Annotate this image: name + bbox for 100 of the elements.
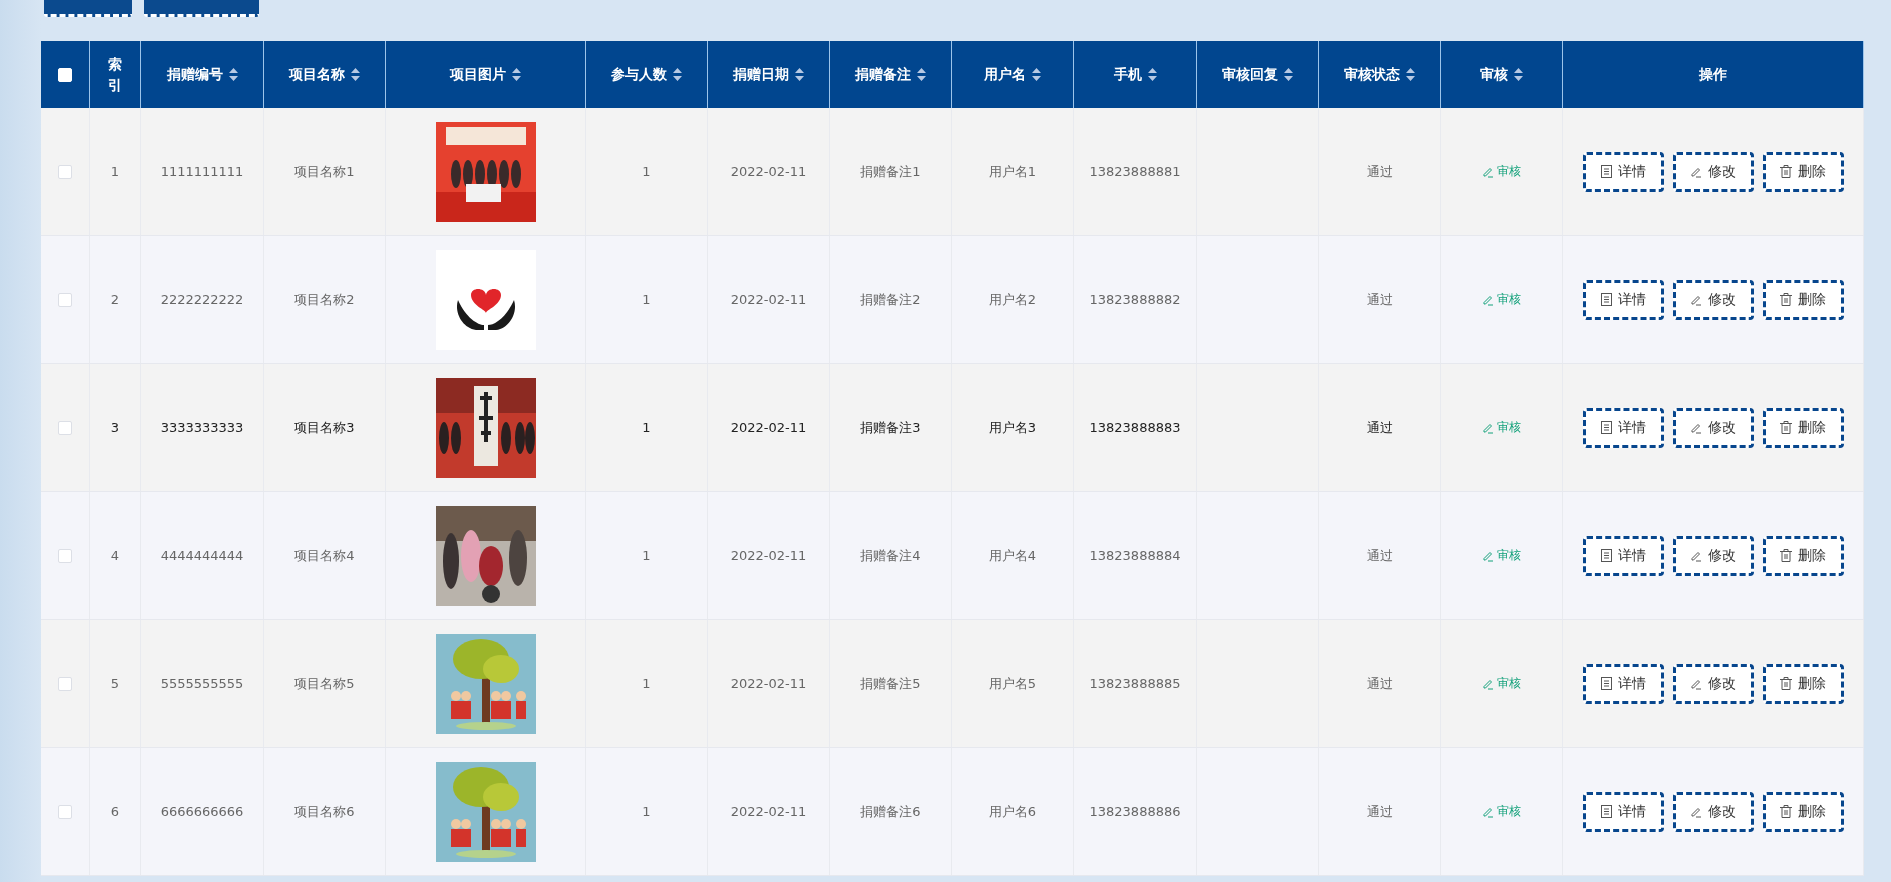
- table-cell: 2022-02-11: [730, 676, 807, 691]
- toolbar-button[interactable]: [144, 0, 259, 17]
- table-cell: 项目名称5: [294, 674, 355, 693]
- sort-icon[interactable]: [228, 68, 238, 81]
- table-cell: 1: [642, 804, 651, 819]
- delete-button[interactable]: 删除: [1762, 407, 1844, 448]
- sort-icon[interactable]: [673, 68, 682, 81]
- details-button[interactable]: 详情: [1582, 791, 1664, 832]
- column-title[interactable]: 审核状态: [1344, 64, 1400, 85]
- column-title: 操作: [1699, 65, 1727, 84]
- column-title[interactable]: 捐赠编号: [166, 64, 223, 85]
- table-cell: 1: [642, 420, 651, 435]
- sort-icon[interactable]: [917, 68, 926, 81]
- sort-icon[interactable]: [1284, 68, 1293, 81]
- edit-button[interactable]: 修改: [1672, 407, 1754, 448]
- table-cell: 捐赠备注6: [860, 802, 921, 821]
- sort-icon[interactable]: [351, 68, 360, 81]
- table-cell: 1: [110, 164, 120, 179]
- table-cell: 6666666666: [160, 804, 244, 819]
- pencil-icon: [1690, 165, 1702, 178]
- delete-button[interactable]: 删除: [1762, 535, 1844, 576]
- column-title[interactable]: 审核: [1480, 64, 1508, 85]
- table-cell: 用户名2: [988, 290, 1037, 309]
- trash-icon: [1780, 805, 1792, 818]
- row-checkbox[interactable]: [58, 420, 72, 435]
- table-cell: 2222222222: [160, 292, 244, 307]
- details-button[interactable]: 详情: [1582, 151, 1664, 192]
- pencil-icon: [1482, 421, 1494, 434]
- table-cell: 通过: [1366, 418, 1393, 437]
- edit-button[interactable]: 修改: [1672, 535, 1754, 576]
- table-cell: 2022-02-11: [730, 548, 807, 563]
- pencil-icon: [1690, 677, 1702, 690]
- delete-button[interactable]: 删除: [1762, 663, 1844, 704]
- table-cell: 捐赠备注4: [860, 546, 921, 565]
- select-all-checkbox[interactable]: [58, 67, 72, 82]
- details-button[interactable]: 详情: [1582, 407, 1664, 448]
- table-cell: 通过: [1366, 162, 1393, 181]
- toolbar-button[interactable]: [44, 0, 132, 17]
- table-cell: 13823888882: [1089, 292, 1181, 307]
- table-cell: 捐赠备注2: [860, 290, 921, 309]
- column-title[interactable]: 手机: [1113, 64, 1142, 85]
- sort-icon[interactable]: [795, 68, 804, 81]
- table-cell: 2022-02-11: [730, 292, 807, 307]
- column-title[interactable]: 捐赠日期: [733, 64, 789, 85]
- column-title[interactable]: 用户名: [984, 64, 1026, 85]
- column-title[interactable]: 项目名称: [289, 64, 345, 85]
- column-title[interactable]: 捐赠备注: [855, 64, 911, 85]
- table-cell: 用户名6: [988, 802, 1037, 821]
- document-icon: [1600, 677, 1612, 690]
- sort-icon[interactable]: [1406, 68, 1415, 81]
- sort-icon[interactable]: [1147, 68, 1157, 81]
- table-cell: 用户名3: [988, 418, 1037, 437]
- document-icon: [1600, 165, 1612, 178]
- pencil-icon: [1482, 677, 1494, 690]
- table-cell: 捐赠备注1: [860, 162, 921, 181]
- column-title[interactable]: 项目图片: [450, 64, 506, 85]
- column-title[interactable]: 审核回复: [1222, 64, 1278, 85]
- table-cell: 3333333333: [160, 420, 244, 435]
- table-cell: 13823888884: [1089, 548, 1181, 563]
- column-title[interactable]: 参与人数: [611, 64, 667, 85]
- table-cell: 2022-02-11: [730, 164, 807, 179]
- details-button[interactable]: 详情: [1582, 663, 1664, 704]
- trash-icon: [1780, 165, 1792, 178]
- table-cell: 捐赠备注3: [860, 418, 921, 437]
- row-checkbox[interactable]: [58, 548, 72, 563]
- pencil-icon: [1482, 805, 1494, 818]
- table-cell: 通过: [1366, 674, 1393, 693]
- edit-button[interactable]: 修改: [1672, 791, 1754, 832]
- sort-icon[interactable]: [1514, 68, 1523, 81]
- pencil-icon: [1482, 293, 1494, 306]
- table-cell: 项目名称1: [294, 162, 355, 181]
- details-button[interactable]: 详情: [1582, 535, 1664, 576]
- pencil-icon: [1690, 805, 1702, 818]
- row-checkbox[interactable]: [58, 804, 72, 819]
- document-icon: [1600, 293, 1612, 306]
- table-cell: 13823888881: [1089, 164, 1181, 179]
- row-checkbox[interactable]: [58, 164, 72, 179]
- edit-button[interactable]: 修改: [1672, 663, 1754, 704]
- table-cell: 通过: [1366, 546, 1393, 565]
- sort-icon[interactable]: [512, 68, 521, 81]
- edit-button[interactable]: 修改: [1672, 279, 1754, 320]
- delete-button[interactable]: 删除: [1762, 151, 1844, 192]
- table-cell: 1: [642, 548, 651, 563]
- details-button[interactable]: 详情: [1582, 279, 1664, 320]
- trash-icon: [1780, 677, 1792, 690]
- row-checkbox[interactable]: [58, 292, 72, 307]
- pencil-icon: [1690, 549, 1702, 562]
- table-cell: 13823888885: [1089, 676, 1181, 691]
- table-cell: 项目名称6: [294, 802, 355, 821]
- column-title: 索引: [107, 54, 123, 95]
- table-cell: 通过: [1366, 802, 1393, 821]
- delete-button[interactable]: 删除: [1762, 791, 1844, 832]
- sort-icon[interactable]: [1032, 68, 1041, 81]
- row-checkbox[interactable]: [58, 676, 72, 691]
- delete-button[interactable]: 删除: [1762, 279, 1844, 320]
- table-cell: 项目名称2: [294, 290, 355, 309]
- table-cell: 捐赠备注5: [860, 674, 921, 693]
- table-cell: 用户名1: [988, 162, 1037, 181]
- edit-button[interactable]: 修改: [1672, 151, 1754, 192]
- table-cell: 6: [110, 804, 120, 819]
